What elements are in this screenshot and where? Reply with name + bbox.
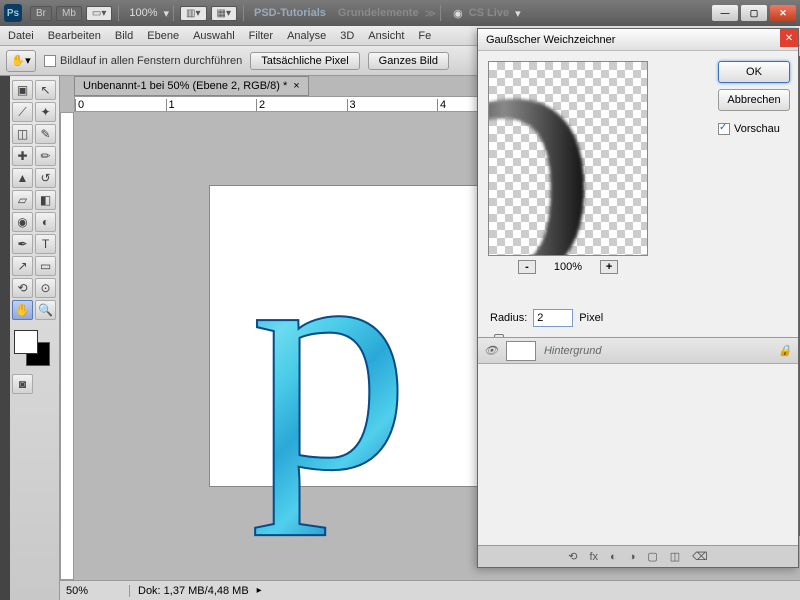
eraser-tool[interactable]: ▱ (12, 190, 33, 210)
pen-tool[interactable]: ✒ (12, 234, 33, 254)
stamp-tool[interactable]: ▲ (12, 168, 33, 188)
status-zoom[interactable]: 50% (60, 585, 130, 597)
new-layer-icon[interactable]: ◫ (670, 550, 680, 563)
menu-bearbeiten[interactable]: Bearbeiten (48, 30, 101, 42)
dialog-title: Gaußscher Weichzeichner (478, 29, 798, 51)
radius-unit: Pixel (579, 312, 603, 324)
menu-bild[interactable]: Bild (115, 30, 133, 42)
path-tool[interactable]: ↗ (12, 256, 33, 276)
menu-analyse[interactable]: Analyse (287, 30, 326, 42)
crop-tool[interactable]: ◫ (12, 124, 33, 144)
3d-camera-tool[interactable]: ⊙ (35, 278, 56, 298)
filter-preview[interactable]: p (488, 61, 648, 256)
menu-datei[interactable]: Datei (8, 30, 34, 42)
color-swatches[interactable] (12, 328, 52, 368)
layers-footer: ⟲ fx ◐ ◑ ▢ ◫ ⌫ (478, 545, 798, 567)
3d-tool[interactable]: ⟲ (12, 278, 33, 298)
actual-pixels-button[interactable]: Tatsächliche Pixel (250, 52, 359, 70)
app-titlebar: Ps Br Mb ▭▾ 100%▾ ▥▾ ▦▾ PSD-Tutorials Gr… (0, 0, 800, 26)
layer-hintergrund[interactable]: 👁Hintergrund🔒 (478, 338, 798, 364)
bridge-btn[interactable]: Br (30, 6, 52, 21)
eyedropper-tool[interactable]: ✎ (35, 124, 56, 144)
menu-filter[interactable]: Filter (249, 30, 273, 42)
history-brush-tool[interactable]: ↺ (35, 168, 56, 188)
preview-checkbox[interactable]: Vorschau (718, 123, 790, 135)
document-tab[interactable]: Unbenannt-1 bei 50% (Ebene 2, RGB/8) *× (74, 76, 309, 96)
fit-screen-button[interactable]: Ganzes Bild (368, 52, 449, 70)
wand-tool[interactable]: ✦ (35, 102, 56, 122)
menu-3d[interactable]: 3D (340, 30, 354, 42)
toolbox: ▣↖ ⟋✦ ◫✎ ✚✏ ▲↺ ▱◧ ◉◐ ✒T ↗▭ ⟲⊙ ✋🔍 ◙ (10, 76, 60, 600)
mask-icon[interactable]: ◐ (610, 551, 617, 563)
dialog-close-icon[interactable]: ✕ (780, 29, 798, 47)
view-extras-btn[interactable]: ▥▾ (180, 6, 206, 21)
screen-mode-btn[interactable]: ▭▾ (86, 6, 112, 21)
radius-label: Radius: (490, 312, 527, 324)
lasso-tool[interactable]: ⟋ (12, 102, 33, 122)
fx-icon[interactable]: fx (589, 551, 598, 563)
minibridge-btn[interactable]: Mb (56, 6, 82, 21)
workspace-psdtutorials[interactable]: PSD-Tutorials (254, 7, 326, 19)
foreground-swatch[interactable] (14, 330, 38, 354)
hand-tool[interactable]: ✋ (12, 300, 33, 320)
artwork-letter-p: p (250, 176, 410, 544)
cs-live[interactable]: CS Live (469, 7, 509, 19)
quickmask-toggle[interactable]: ◙ (12, 374, 33, 394)
workspace-more[interactable]: ≫ (425, 7, 437, 20)
preview-zoom-value: 100% (554, 261, 582, 273)
arrange-btn[interactable]: ▦▾ (211, 6, 237, 21)
left-tab-strip (0, 76, 10, 600)
link-layers-icon[interactable]: ⟲ (568, 550, 577, 563)
brush-tool[interactable]: ✏ (35, 146, 56, 166)
current-tool-icon[interactable]: ✋▾ (6, 50, 36, 72)
window-close[interactable]: ✕ (770, 5, 796, 21)
gaussian-blur-dialog: Gaußscher Weichzeichner ✕ p - 100% + OK … (477, 28, 799, 568)
tab-close-icon[interactable]: × (293, 80, 299, 92)
status-docsize[interactable]: Dok: 1,37 MB/4,48 MB (130, 585, 257, 597)
menu-auswahl[interactable]: Auswahl (193, 30, 235, 42)
type-tool[interactable]: T (35, 234, 56, 254)
status-bar: 50% Dok: 1,37 MB/4,48 MB▸ (60, 580, 800, 600)
radius-input[interactable] (533, 309, 573, 327)
menu-ebene[interactable]: Ebene (147, 30, 179, 42)
blur-tool[interactable]: ◉ (12, 212, 33, 232)
group-icon[interactable]: ▢ (647, 550, 657, 563)
window-maximize[interactable]: ▢ (741, 5, 767, 21)
canvas[interactable]: p (210, 186, 480, 486)
heal-tool[interactable]: ✚ (12, 146, 33, 166)
ps-logo: Ps (4, 4, 22, 22)
preview-zoom-in[interactable]: + (600, 260, 618, 274)
gradient-tool[interactable]: ◧ (35, 190, 56, 210)
adjustment-icon[interactable]: ◑ (629, 551, 636, 563)
zoom-tool[interactable]: 🔍 (35, 300, 56, 320)
menu-fenster[interactable]: Fe (418, 30, 431, 42)
ok-button[interactable]: OK (718, 61, 790, 83)
shape-tool[interactable]: ▭ (35, 256, 56, 276)
vertical-ruler (60, 112, 74, 580)
cancel-button[interactable]: Abbrechen (718, 89, 790, 111)
layers-panel-peek: 👁Hintergrund🔒 ⟲ fx ◐ ◑ ▢ ◫ ⌫ (478, 337, 798, 567)
delete-layer-icon[interactable]: ⌫ (692, 550, 708, 563)
dodge-tool[interactable]: ◐ (35, 212, 56, 232)
marquee-tool[interactable]: ↖ (35, 80, 56, 100)
scroll-all-checkbox[interactable]: Bildlauf in allen Fenstern durchführen (44, 55, 242, 67)
workspace-grundelemente[interactable]: Grundelemente (338, 7, 419, 19)
zoom-display[interactable]: 100% (129, 7, 157, 19)
menu-ansicht[interactable]: Ansicht (368, 30, 404, 42)
preview-zoom-out[interactable]: - (518, 260, 536, 274)
move-tool[interactable]: ▣ (12, 80, 33, 100)
window-minimize[interactable]: — (712, 5, 738, 21)
